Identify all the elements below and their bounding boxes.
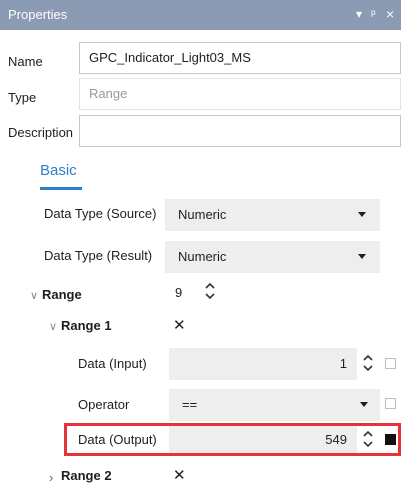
data-input-label: Data (Input) [78, 356, 147, 371]
data-input-checkbox[interactable] [385, 358, 396, 369]
type-value: Range [89, 86, 128, 101]
properties-titlebar: Properties ▾ ᵖ × [0, 0, 401, 30]
range-2-label: Range 2 [61, 468, 112, 483]
data-type-source-select[interactable]: Numeric [165, 199, 380, 231]
data-type-result-select[interactable]: Numeric [165, 241, 380, 273]
tab-basic[interactable]: Basic [40, 162, 77, 179]
chevron-down-icon [358, 212, 366, 217]
pin-icon[interactable]: ᵖ [371, 7, 376, 21]
range-label: Range [42, 287, 82, 302]
name-value: GPC_Indicator_Light03_MS [89, 50, 251, 65]
data-input-value: 1 [339, 356, 347, 371]
chevron-down-icon [360, 402, 368, 407]
range-1-label: Range 1 [61, 318, 112, 333]
data-type-source-value: Numeric [178, 207, 227, 222]
operator-value: == [182, 397, 198, 412]
range-count-spinner[interactable] [204, 280, 216, 302]
data-input-field[interactable]: 1 [169, 348, 357, 380]
chevron-down-icon [358, 254, 366, 259]
data-type-source-label: Data Type (Source) [44, 206, 157, 221]
remove-range-2-icon[interactable]: ✕ [173, 466, 186, 484]
close-icon[interactable]: × [386, 6, 394, 22]
operator-select[interactable]: == [169, 389, 380, 421]
expand-chevron-icon[interactable]: ∨ [30, 289, 38, 302]
data-input-spinner[interactable] [362, 352, 374, 374]
operator-checkbox[interactable] [385, 398, 396, 409]
type-field: Range [79, 78, 401, 110]
expand-chevron-icon[interactable]: ∨ [49, 320, 57, 333]
data-type-result-value: Numeric [178, 249, 227, 264]
range-count-stepper[interactable]: 9 [165, 279, 198, 307]
type-label: Type [8, 90, 37, 105]
panel-menu-icon[interactable]: ▾ [356, 7, 362, 21]
operator-label: Operator [78, 397, 130, 412]
name-label: Name [8, 54, 43, 69]
range-count-value: 9 [175, 285, 183, 300]
remove-range-1-icon[interactable]: ✕ [173, 316, 186, 334]
collapse-chevron-icon[interactable]: › [49, 470, 53, 485]
panel-title: Properties [8, 7, 68, 22]
description-label: Description [8, 125, 74, 140]
description-field[interactable] [79, 115, 401, 147]
name-field[interactable]: GPC_Indicator_Light03_MS [79, 42, 401, 74]
data-type-result-label: Data Type (Result) [44, 248, 153, 263]
tab-basic-underline [40, 187, 82, 190]
highlight-box [64, 423, 401, 456]
